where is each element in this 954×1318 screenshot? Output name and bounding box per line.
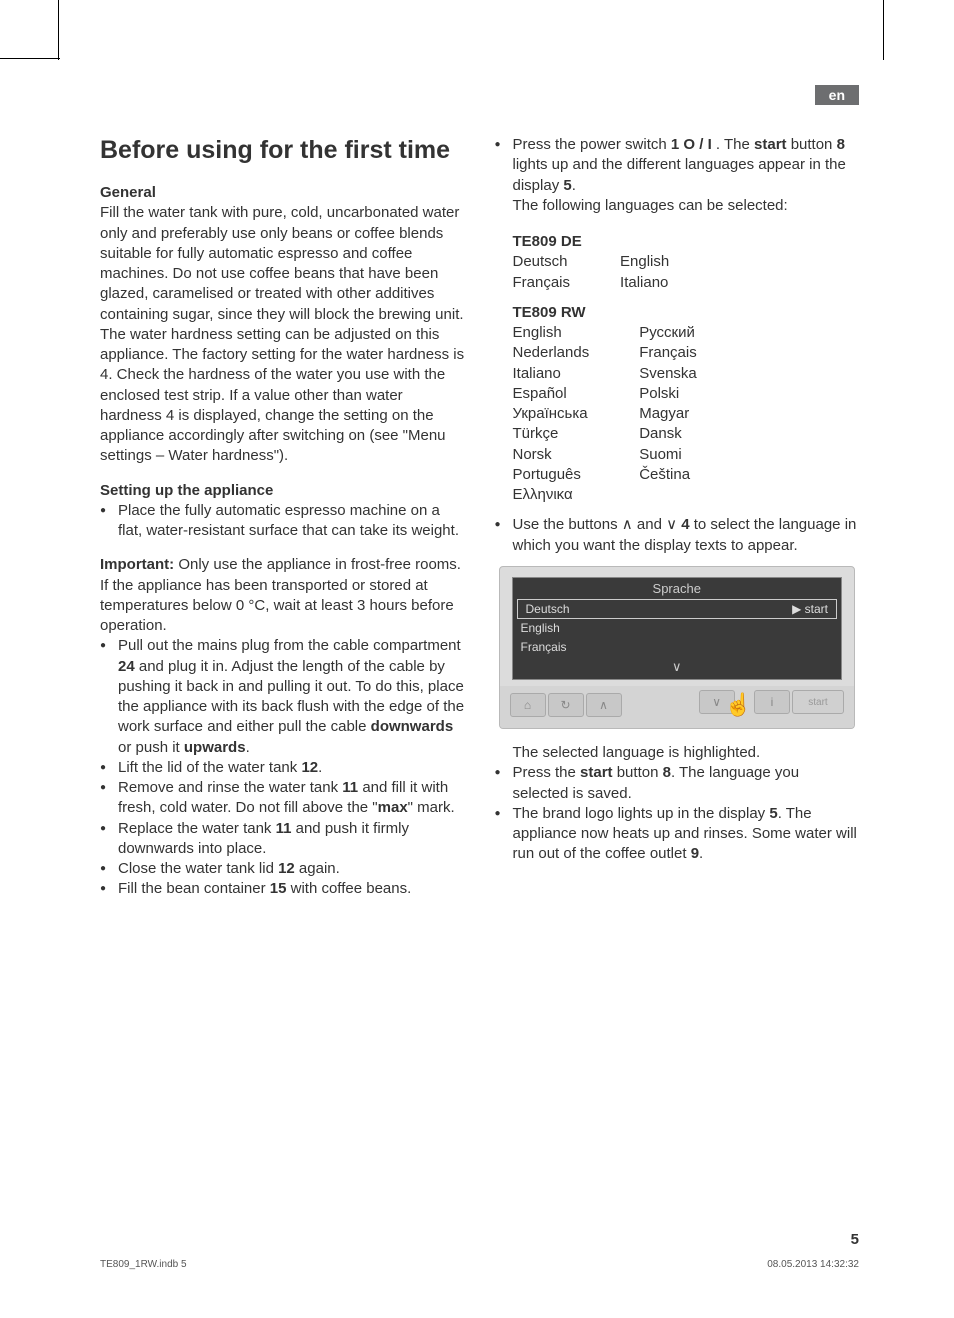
- model-rw-label: TE809 RW: [513, 303, 860, 323]
- page-title: Before using for the first time: [100, 135, 465, 165]
- footer-filename: TE809_1RW.indb 5: [100, 1259, 187, 1270]
- setup-item-place: Place the fully automatic espresso machi…: [100, 501, 465, 542]
- setup-item-lid: Lift the lid of the water tank 12.: [100, 758, 465, 778]
- footer: TE809_1RW.indb 5 08.05.2013 14:32:32: [100, 1259, 859, 1270]
- select-language-item: Use the buttons ∧ and ∨ 4 to select the …: [495, 515, 860, 556]
- pointing-hand-icon: ☝: [725, 690, 752, 720]
- info-icon: i: [754, 690, 790, 714]
- general-text-1: Fill the water tank with pure, cold, unc…: [100, 203, 465, 325]
- important-label: Important:: [100, 556, 174, 573]
- language-badge: en: [815, 85, 859, 105]
- important-block: Important: Only use the appliance in fro…: [100, 555, 465, 636]
- brand-logo-item: The brand logo lights up in the display …: [495, 804, 860, 865]
- setup-item-tank: Remove and rinse the water tank 11 and f…: [100, 778, 465, 819]
- display-lang-row: Français: [513, 638, 842, 656]
- setup-item-replace: Replace the water tank 11 and push it fi…: [100, 819, 465, 860]
- setup-item-close: Close the water tank lid 12 again.: [100, 859, 465, 879]
- page-content: en Before using for the first time Gener…: [100, 85, 859, 1278]
- chevron-down-icon: ∨: [513, 656, 842, 680]
- general-text-2: The water hardness setting can be adjust…: [100, 325, 465, 467]
- languages-rw: English Nederlands Italiano Español Укра…: [513, 323, 860, 505]
- power-switch-item: Press the power switch 1 O / I . The sta…: [495, 135, 860, 216]
- selected-highlighted-text: The selected language is highlighted.: [495, 743, 860, 763]
- general-heading: General: [100, 183, 465, 203]
- display-lang-row: English: [513, 619, 842, 637]
- page-number: 5: [851, 1231, 859, 1248]
- display-lang-selected: Deutsch ▶ start: [517, 599, 838, 619]
- footer-timestamp: 08.05.2013 14:32:32: [767, 1259, 859, 1270]
- model-de-label: TE809 DE: [513, 232, 860, 252]
- home-icon: ⌂: [510, 693, 546, 717]
- languages-de: Deutsch Français English Italiano: [513, 252, 860, 293]
- right-column: Press the power switch 1 O / I . The sta…: [495, 135, 860, 900]
- appliance-display-mock: Sprache Deutsch ▶ start English Français…: [499, 566, 856, 729]
- start-indicator: ▶ start: [792, 601, 828, 617]
- setup-heading: Setting up the appliance: [100, 481, 465, 501]
- left-column: Before using for the first time General …: [100, 135, 465, 900]
- start-button-mock: start: [792, 690, 844, 714]
- setup-item-beans: Fill the bean container 15 with coffee b…: [100, 879, 465, 899]
- setup-item-plug: Pull out the mains plug from the cable c…: [100, 636, 465, 758]
- display-title: Sprache: [513, 578, 842, 600]
- chevron-up-icon: ∧: [586, 693, 622, 717]
- press-start-item: Press the start button 8. The language y…: [495, 763, 860, 804]
- rinse-icon: ↻: [548, 693, 584, 717]
